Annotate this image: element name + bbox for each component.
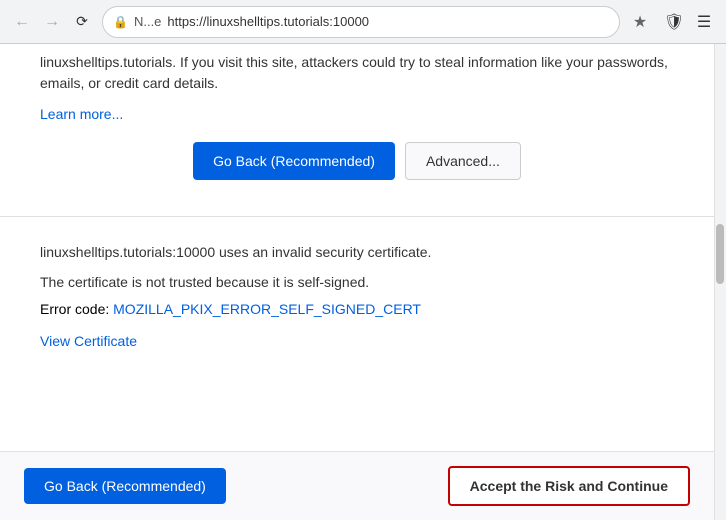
shield-button[interactable]: 🛡 (660, 8, 688, 36)
learn-more-link[interactable]: Learn more... (40, 106, 674, 122)
error-code-line: Error code: MOZILLA_PKIX_ERROR_SELF_SIGN… (40, 301, 674, 317)
error-label: Error code: (40, 301, 113, 317)
error-code-link[interactable]: MOZILLA_PKIX_ERROR_SELF_SIGNED_CERT (113, 301, 421, 317)
lock-icon: 🔒 (113, 15, 128, 29)
self-signed-text: The certificate is not trusted because i… (40, 271, 674, 295)
advanced-section: linuxshelltips.tutorials:10000 uses an i… (0, 217, 714, 393)
upper-advanced-button[interactable]: Advanced... (405, 142, 521, 180)
reload-button[interactable]: ⟳ (68, 8, 96, 36)
accept-risk-button[interactable]: Accept the Risk and Continue (448, 466, 690, 506)
address-bar[interactable]: 🔒 N...e https://linuxshelltips.tutorials… (102, 6, 620, 38)
invalid-cert-text: linuxshelltips.tutorials:10000 uses an i… (40, 241, 674, 265)
url-display: https://linuxshelltips.tutorials:10000 (167, 14, 609, 29)
lock-label: N...e (134, 14, 161, 29)
upper-section: linuxshelltips.tutorials. If you visit t… (0, 44, 714, 217)
scrollbar-track[interactable] (714, 44, 726, 520)
browser-chrome: ← → ⟳ 🔒 N...e https://linuxshelltips.tut… (0, 0, 726, 44)
nav-buttons: ← → ⟳ (8, 8, 96, 36)
page-content: linuxshelltips.tutorials. If you visit t… (0, 44, 714, 520)
go-back-button[interactable]: Go Back (Recommended) (24, 468, 226, 504)
bottom-button-row: Go Back (Recommended) Accept the Risk an… (0, 451, 714, 520)
forward-button[interactable]: → (38, 8, 66, 36)
bookmark-button[interactable]: ★ (626, 8, 654, 36)
toolbar-icons: 🛡 ☰ (660, 8, 718, 36)
back-button[interactable]: ← (8, 8, 36, 36)
view-certificate-link[interactable]: View Certificate (40, 333, 137, 349)
warning-text: linuxshelltips.tutorials. If you visit t… (40, 52, 674, 94)
upper-go-back-button[interactable]: Go Back (Recommended) (193, 142, 395, 180)
menu-button[interactable]: ☰ (690, 8, 718, 36)
scrollbar-thumb[interactable] (716, 224, 724, 284)
upper-button-row: Go Back (Recommended) Advanced... (40, 142, 674, 180)
